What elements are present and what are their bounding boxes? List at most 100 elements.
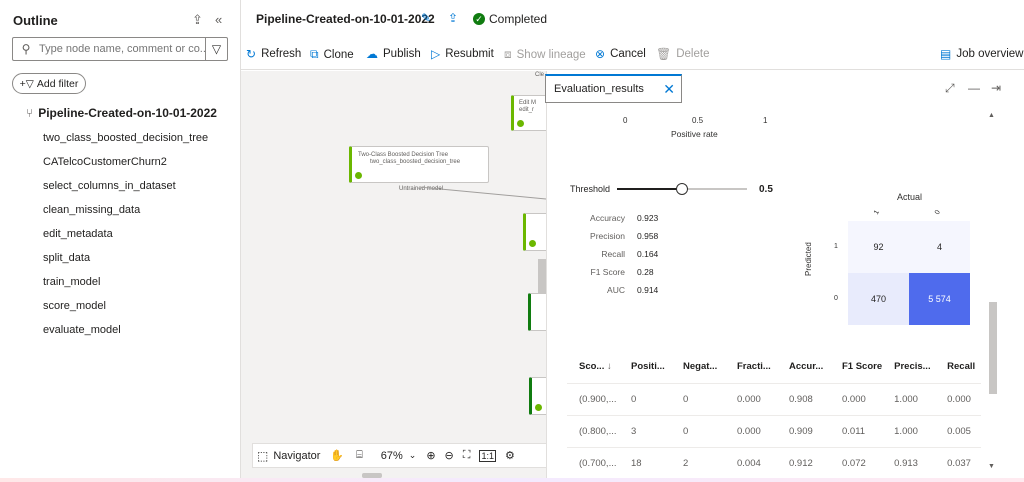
- publish-button[interactable]: ☁ Publish: [366, 47, 421, 61]
- navigator-icon[interactable]: ⬚: [257, 449, 268, 463]
- slider-handle[interactable]: [676, 183, 688, 195]
- confusion-cell: 470: [848, 273, 909, 325]
- column-header[interactable]: Sco... ↓: [567, 351, 619, 384]
- table-row[interactable]: (0.900,... 0 0 0.000 0.908 0.000 1.000 0.000: [567, 383, 982, 416]
- column-header-label: Precis...: [894, 361, 931, 373]
- dock-icon[interactable]: ⇥: [991, 81, 1001, 95]
- column-header[interactable]: Recall: [935, 351, 982, 384]
- collapse-icon[interactable]: «: [215, 12, 222, 27]
- results-table: Sco... ↓ Positi... Negat... Fracti... Accur.…: [567, 351, 982, 480]
- panel-scrollbar[interactable]: ▲ ▼: [987, 112, 998, 470]
- table-row[interactable]: (0.700,... 18 2 0.004 0.912 0.072 0.913 0.037: [567, 447, 982, 480]
- comment-icon[interactable]: ⌸: [356, 449, 363, 462]
- tree-item[interactable]: score_model: [43, 300, 106, 312]
- cancel-button[interactable]: ⊗ Cancel: [595, 47, 646, 61]
- tree-root-pipeline[interactable]: ⑂ Pipeline-Created-on-10-01-2022: [26, 106, 217, 120]
- show-lineage-label: Show lineage: [516, 48, 586, 61]
- add-filter-icon: +▽: [19, 77, 34, 90]
- auto-layout-icon[interactable]: ⚙: [505, 449, 515, 462]
- predicted-tick: 1: [834, 243, 838, 250]
- minimize-icon[interactable]: —: [968, 81, 980, 95]
- table-cell: 0.000: [830, 383, 883, 416]
- hand-pan-icon[interactable]: ✋: [330, 449, 344, 462]
- search-icon: ⚲: [21, 42, 31, 56]
- share-icon[interactable]: ⇪: [448, 11, 458, 25]
- column-header[interactable]: F1 Score: [830, 351, 883, 384]
- resubmit-button[interactable]: ▷ Resubmit: [431, 47, 494, 61]
- confusion-actual-label: Actual: [897, 192, 923, 202]
- evaluation-tab[interactable]: Evaluation_results ✕: [545, 74, 682, 103]
- add-filter-button[interactable]: +▽ Add filter: [12, 73, 86, 94]
- overview-icon: ▤: [940, 47, 952, 61]
- tree-item[interactable]: clean_missing_data: [43, 204, 140, 216]
- scroll-up-icon[interactable]: ▲: [988, 112, 995, 119]
- resubmit-label: Resubmit: [445, 48, 494, 60]
- tree-item[interactable]: select_columns_in_dataset: [43, 180, 176, 192]
- clone-button[interactable]: ⧉ Clone: [310, 47, 354, 62]
- confusion-cell: 5 574: [909, 273, 970, 325]
- metric-value: 0.914: [637, 285, 659, 295]
- expand-icon[interactable]: ⤢: [945, 81, 955, 96]
- actual-tick: 0: [933, 209, 942, 216]
- tree-item[interactable]: evaluate_model: [43, 324, 121, 336]
- column-header-label: Fracti...: [737, 361, 771, 373]
- table-cell: 0.000: [725, 415, 777, 448]
- node-score-model[interactable]: [528, 293, 546, 331]
- column-header[interactable]: Fracti...: [725, 351, 777, 384]
- share-icon[interactable]: ⇪: [192, 12, 203, 28]
- fit-screen-icon[interactable]: ⛶: [463, 449, 471, 462]
- threshold-slider[interactable]: [617, 183, 747, 195]
- table-cell: 18: [619, 447, 671, 480]
- table-cell: 0.000: [935, 383, 982, 416]
- axis-tick-label: 1: [763, 116, 768, 125]
- tree-item[interactable]: two_class_boosted_decision_tree: [43, 132, 208, 144]
- table-cell: 0.037: [935, 447, 982, 480]
- table-row[interactable]: (0.800,... 3 0 0.000 0.909 0.011 1.000 0.005: [567, 415, 982, 448]
- lineage-icon: ⧈: [504, 47, 512, 61]
- actual-size-icon[interactable]: 1:1: [479, 449, 496, 462]
- node-evaluate-model[interactable]: [529, 377, 546, 415]
- column-header[interactable]: Positi...: [619, 351, 671, 384]
- sort-arrow-icon[interactable]: ↓: [604, 361, 612, 372]
- table-body: (0.900,... 0 0 0.000 0.908 0.000 1.000 0.000 (0.…: [567, 383, 982, 480]
- pipeline-canvas[interactable]: Cle Edit M edit_r Two-Class Boosted Deci…: [241, 71, 546, 482]
- threshold-value: 0.5: [759, 184, 773, 195]
- play-icon: ▷: [431, 47, 441, 61]
- connector-lines: [418, 186, 546, 200]
- edit-icon[interactable]: ✎: [421, 11, 431, 25]
- navigator-label[interactable]: Navigator: [273, 450, 320, 462]
- evaluation-panel: Evaluation_results ✕ ⤢ — ⇥ 0 0.5 1 Positiv…: [545, 71, 1024, 482]
- scroll-down-icon[interactable]: ▼: [988, 463, 995, 470]
- cancel-label: Cancel: [610, 48, 646, 60]
- clone-label: Clone: [323, 48, 354, 61]
- job-overview-button[interactable]: ▤ Job overview: [940, 47, 1023, 61]
- table-cell: 1.000: [882, 383, 936, 416]
- table-cell: 0: [671, 383, 725, 416]
- table-cell: 0: [671, 415, 725, 448]
- search-input[interactable]: [39, 43, 205, 55]
- confusion-cell: 4: [909, 221, 970, 273]
- outline-search[interactable]: ⚲ ▽: [12, 37, 228, 61]
- table-cell: 1.000: [882, 415, 936, 448]
- tree-item[interactable]: edit_metadata: [43, 228, 113, 240]
- zoom-out-icon[interactable]: ⊖: [445, 449, 454, 462]
- tree-item[interactable]: split_data: [43, 252, 90, 264]
- node-train-model[interactable]: [523, 213, 546, 251]
- zoom-in-icon[interactable]: ⊕: [426, 449, 435, 462]
- chevron-down-icon[interactable]: ⌄: [409, 450, 417, 461]
- zoom-level[interactable]: 67%: [381, 450, 403, 462]
- table-cell: 2: [671, 447, 725, 480]
- column-header[interactable]: Accur...: [777, 351, 830, 384]
- delete-button[interactable]: 🗑 Delete: [656, 47, 709, 61]
- refresh-button[interactable]: ↻ Refresh: [246, 47, 301, 61]
- close-icon[interactable]: ✕: [663, 81, 675, 98]
- scrollbar-thumb[interactable]: [989, 302, 997, 394]
- tree-item[interactable]: train_model: [43, 276, 100, 288]
- tree-item[interactable]: CATelcoCustomerChurn2: [43, 156, 167, 168]
- table-cell: 0.004: [725, 447, 777, 480]
- column-header[interactable]: Precis...: [882, 351, 936, 384]
- filter-icon[interactable]: ▽: [205, 38, 227, 60]
- column-header[interactable]: Negat...: [671, 351, 725, 384]
- slider-fill: [617, 188, 682, 190]
- show-lineage-button[interactable]: ⧈ Show lineage: [504, 47, 586, 62]
